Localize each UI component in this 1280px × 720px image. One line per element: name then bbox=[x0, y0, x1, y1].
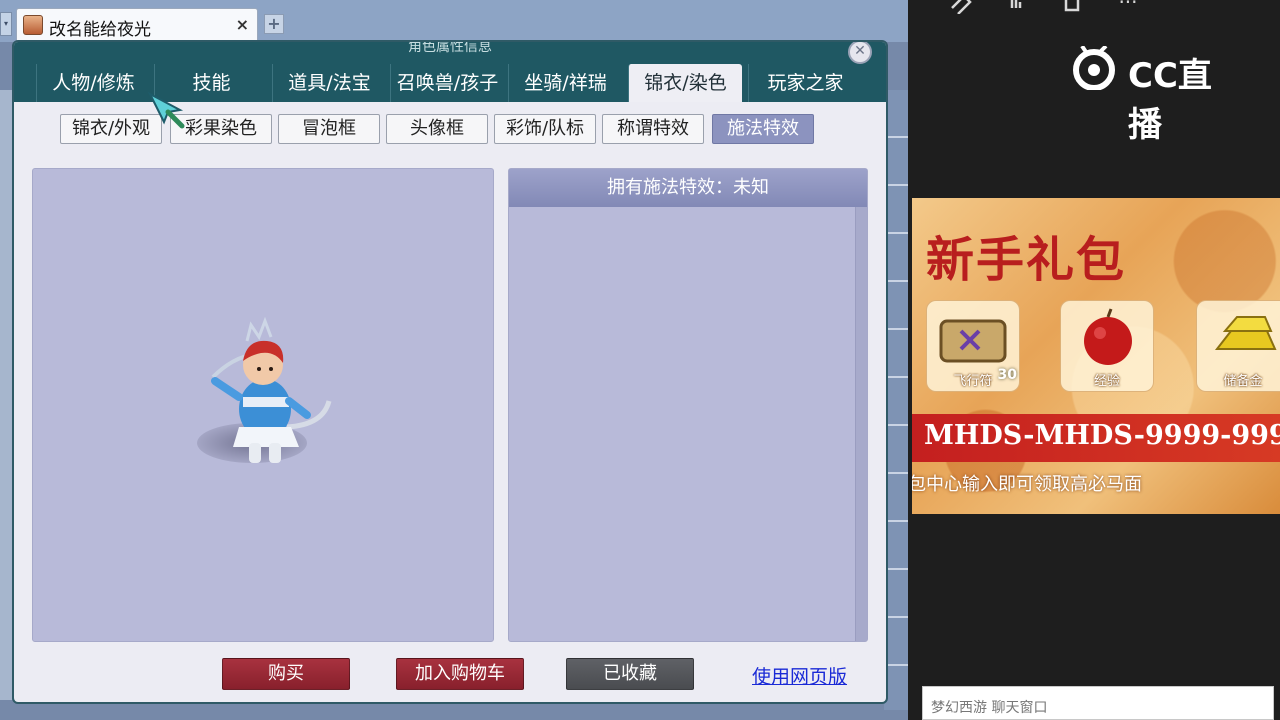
tab-summons-children[interactable]: 召唤兽/孩子 bbox=[390, 64, 504, 102]
cc-live-logo: CC直播 bbox=[1070, 44, 1242, 145]
gift-item-label: 储备金 bbox=[1223, 374, 1263, 389]
game-cursor-icon bbox=[148, 92, 185, 129]
character-preview-panel bbox=[32, 168, 494, 642]
subtab-cast-effects[interactable]: 施法特效 bbox=[712, 114, 814, 144]
gold-bars-icon bbox=[1214, 316, 1277, 350]
apple-icon bbox=[1084, 308, 1132, 365]
gift-code: MHDS-MHDS-9999-9999 bbox=[924, 420, 1280, 451]
gift-instructions: 包中心输入即可领取高必马面 bbox=[912, 474, 1142, 495]
browser-tab-title: 改名能给夜光 bbox=[49, 20, 151, 40]
edit-icon[interactable] bbox=[948, 0, 976, 14]
favorited-button[interactable]: 已收藏 bbox=[566, 658, 694, 690]
effects-scrollbar[interactable] bbox=[855, 207, 867, 641]
tab-character-cultivation[interactable]: 人物/修炼 bbox=[36, 64, 150, 102]
cc-logo-icon bbox=[1073, 46, 1115, 90]
stream-side-panel: ··· CC直播 新手礼包 30 飞行符 经验 储备金 MHDS-MHDS-99… bbox=[908, 0, 1280, 720]
window-close-button[interactable]: ✕ bbox=[848, 42, 872, 64]
gift-item-reserve-gold: 储备金 bbox=[1196, 300, 1280, 392]
gift-item-label: 经验 bbox=[1093, 374, 1120, 389]
character-avatar-icon bbox=[23, 15, 43, 35]
gift-item-flight-talisman: 30 飞行符 bbox=[926, 300, 1020, 392]
sub-tab-bar: 锦衣/外观 彩果染色 冒泡框 头像框 彩饰/队标 称谓特效 施法特效 bbox=[14, 102, 886, 154]
gift-item-label: 飞行符 bbox=[953, 374, 993, 389]
newbie-gift-banner[interactable]: 新手礼包 30 飞行符 经验 储备金 MHDS-MHDS-9999-9999 包… bbox=[912, 198, 1280, 514]
gift-item-experience: 经验 bbox=[1060, 300, 1154, 392]
browser-tab[interactable]: 改名能给夜光 × bbox=[16, 8, 258, 42]
tab-items-treasures[interactable]: 道具/法宝 bbox=[272, 64, 386, 102]
tab-close-button[interactable]: × bbox=[236, 15, 249, 34]
web-version-link[interactable]: 使用网页版 bbox=[752, 662, 847, 689]
more-icon[interactable]: ··· bbox=[1114, 0, 1142, 14]
logo-text: CC直播 bbox=[1128, 56, 1212, 145]
gift-code-band: MHDS-MHDS-9999-9999 bbox=[912, 414, 1280, 462]
browser-tabstrip: ▾ 改名能给夜光 × + bbox=[0, 0, 908, 42]
subtab-title-effects[interactable]: 称谓特效 bbox=[602, 114, 704, 144]
chat-input[interactable]: 梦幻西游 聊天窗口 bbox=[922, 686, 1274, 720]
character-sprite bbox=[211, 317, 332, 463]
subtab-bubble-frame[interactable]: 冒泡框 bbox=[278, 114, 380, 144]
gift-title: 新手礼包 bbox=[926, 232, 1127, 288]
buy-button[interactable]: 购买 bbox=[222, 658, 350, 690]
subtab-decor-team-badge[interactable]: 彩饰/队标 bbox=[494, 114, 596, 144]
effects-header: 拥有施法特效：未知 bbox=[509, 169, 867, 207]
scroll-map-icon bbox=[939, 319, 1007, 363]
main-tab-bar: 人物/修炼 技能 道具/法宝 召唤兽/孩子 坐骑/祥瑞 锦衣/染色 玩家之家 bbox=[14, 56, 886, 102]
cast-effects-panel: 拥有施法特效：未知 bbox=[508, 168, 868, 642]
character-info-window: 角色属性信息 人物/修炼 技能 道具/法宝 召唤兽/孩子 坐骑/祥瑞 锦衣/染色… bbox=[12, 40, 888, 704]
hand-pointer-icon[interactable] bbox=[1002, 0, 1030, 14]
chat-placeholder: 梦幻西游 聊天窗口 bbox=[931, 700, 1048, 716]
trash-icon[interactable] bbox=[1058, 0, 1086, 14]
add-to-cart-button[interactable]: 加入购物车 bbox=[396, 658, 524, 690]
window-title: 角色属性信息 bbox=[14, 42, 886, 56]
subtab-outfit-appearance[interactable]: 锦衣/外观 bbox=[60, 114, 162, 144]
new-tab-button[interactable]: + bbox=[264, 14, 284, 34]
tab-outfits-dye[interactable]: 锦衣/染色 bbox=[628, 64, 742, 102]
game-client-area: ▾ 改名能给夜光 × + 角色属性信息 人物/修炼 技能 道具/法宝 召唤兽/孩… bbox=[0, 0, 908, 720]
tab-list-dropdown[interactable]: ▾ bbox=[0, 12, 12, 36]
background-page-edge bbox=[0, 90, 12, 700]
tab-player-home[interactable]: 玩家之家 bbox=[748, 64, 862, 102]
subtab-avatar-frame[interactable]: 头像框 bbox=[386, 114, 488, 144]
tab-mounts[interactable]: 坐骑/祥瑞 bbox=[508, 64, 622, 102]
